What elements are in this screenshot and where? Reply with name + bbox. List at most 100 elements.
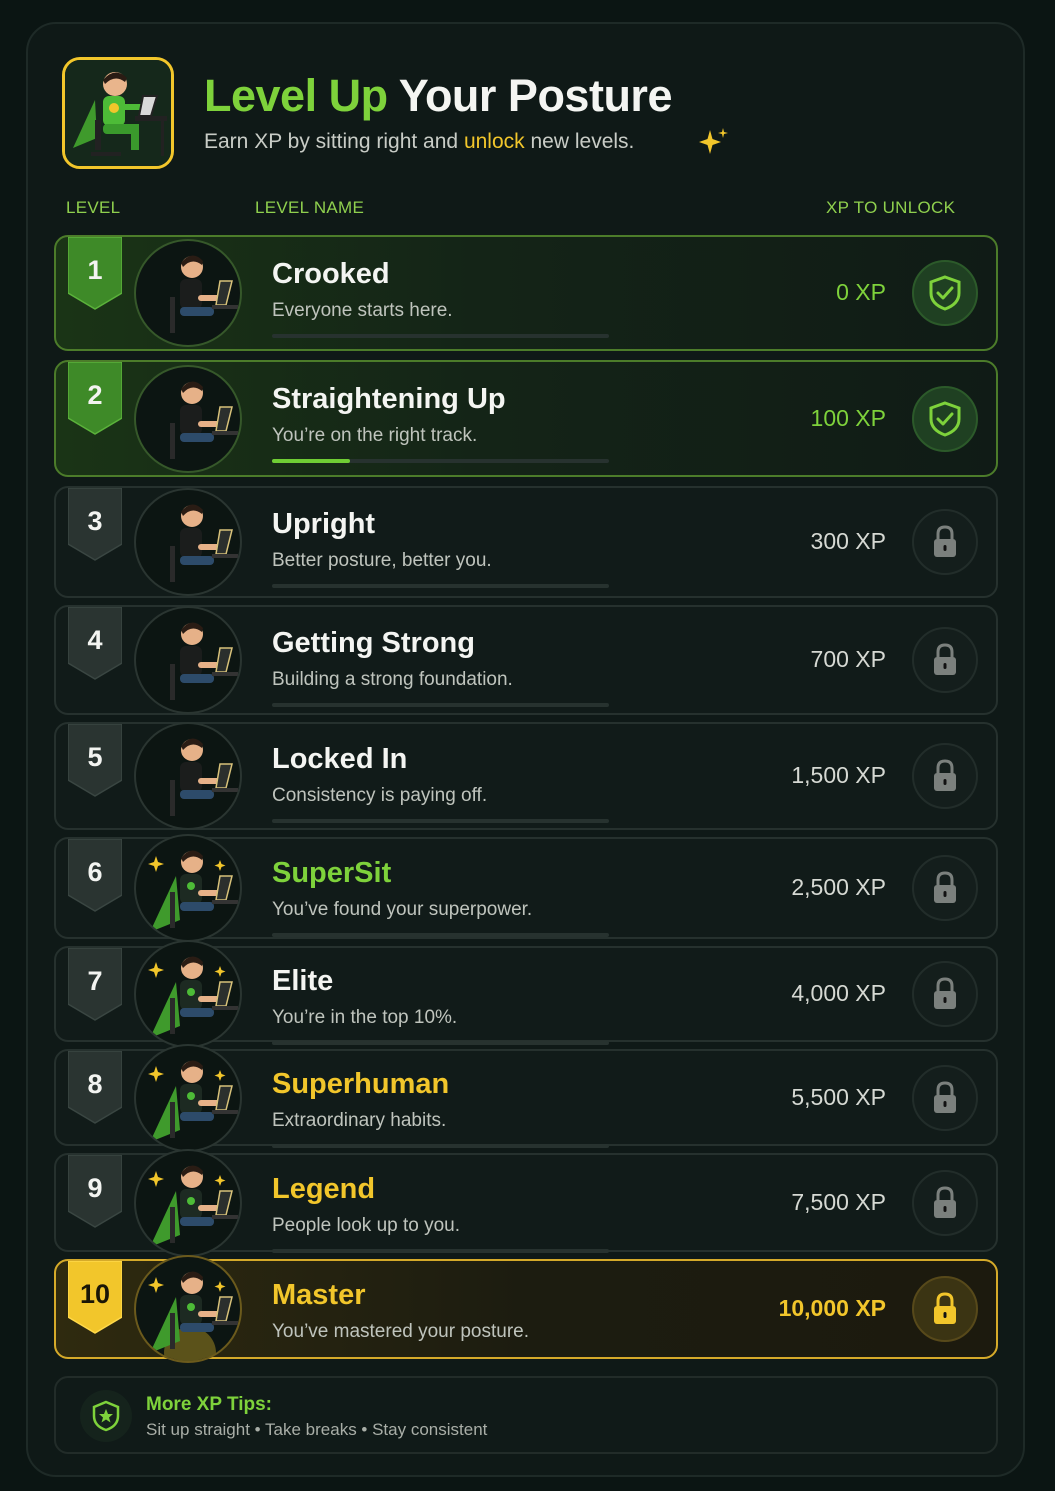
level-progress-bar	[272, 933, 609, 937]
level-portrait-icon	[134, 365, 242, 473]
level-number: 6	[87, 857, 103, 887]
level-description: Better posture, better you.	[272, 550, 492, 571]
level-badge: 7	[67, 947, 123, 1022]
level-description: Everyone starts here.	[272, 300, 453, 321]
level-badge: 2	[67, 361, 123, 436]
level-xp: 1,500 XP	[791, 762, 886, 788]
level-number: 1	[87, 255, 103, 285]
level-description: People look up to you.	[272, 1215, 461, 1236]
level-xp: 4,000 XP	[791, 980, 886, 1006]
level-name: Crooked	[272, 258, 390, 290]
lock-icon	[912, 1065, 978, 1131]
level-row[interactable]: 4 Getting Strong Building a strong founda…	[54, 605, 998, 715]
xp-tips-card: More XP Tips: Sit up straight • Take bre…	[54, 1376, 998, 1454]
lock-icon	[912, 743, 978, 809]
subtitle-after: new levels.	[530, 130, 635, 153]
level-portrait-icon	[134, 722, 242, 830]
level-portrait-icon	[134, 239, 242, 347]
lock-icon	[912, 1276, 978, 1342]
level-row[interactable]: 3 Upright Better posture, better you. 300 …	[54, 486, 998, 598]
lock-icon	[912, 627, 978, 693]
sparkle-icon	[699, 128, 728, 154]
level-number: 7	[87, 966, 103, 996]
level-name: Superhuman	[272, 1068, 450, 1100]
page-title: Level Up Your Posture	[204, 70, 672, 122]
level-name: Upright	[272, 508, 376, 540]
level-name: Locked In	[272, 743, 408, 775]
level-number: 5	[87, 742, 103, 772]
lock-icon	[912, 961, 978, 1027]
subtitle-highlight: unlock	[463, 130, 525, 153]
level-name: Straightening Up	[272, 383, 506, 415]
title-rest: Your Posture	[398, 70, 673, 121]
level-number: 2	[87, 380, 103, 410]
level-badge: 4	[67, 606, 123, 681]
level-row[interactable]: 10 Master You’ve mastered your posture. 10…	[54, 1255, 998, 1363]
level-progress-bar	[272, 703, 609, 707]
level-xp: 10,000 XP	[778, 1295, 886, 1321]
superhero-desk-icon	[65, 60, 171, 166]
level-xp: 7,500 XP	[791, 1189, 886, 1215]
level-name: Master	[272, 1279, 366, 1311]
level-description: Building a strong foundation.	[272, 669, 513, 690]
subtitle-before: Earn XP by sitting right and	[204, 130, 459, 153]
level-row[interactable]: 2 Straightening Up You’re on the right tr…	[54, 360, 998, 477]
level-number: 3	[87, 506, 103, 536]
level-portrait-icon	[134, 1149, 242, 1257]
level-progress-bar	[272, 334, 609, 338]
level-description: Extraordinary habits.	[272, 1110, 447, 1131]
header-avatar	[62, 57, 174, 169]
level-progress-fill	[272, 459, 350, 463]
level-description: You’re in the top 10%.	[272, 1007, 458, 1028]
level-xp: 0 XP	[836, 279, 886, 305]
title-highlight: Level Up	[204, 70, 388, 121]
level-badge: 8	[67, 1050, 123, 1125]
level-description: You’ve found your superpower.	[272, 899, 533, 920]
level-xp: 300 XP	[810, 528, 886, 554]
tips-title: More XP Tips:	[146, 1394, 272, 1415]
level-description: You’ve mastered your posture.	[272, 1321, 530, 1342]
level-badge: 9	[67, 1154, 123, 1229]
lock-icon	[912, 509, 978, 575]
level-portrait-icon	[134, 834, 242, 942]
level-xp: 700 XP	[810, 646, 886, 672]
level-badge: 10	[67, 1260, 123, 1335]
level-row[interactable]: 5 Locked In Consistency is paying off. 1,5…	[54, 722, 998, 830]
level-number: 8	[87, 1069, 103, 1099]
level-progress-bar	[272, 584, 609, 588]
level-number: 10	[79, 1279, 111, 1309]
level-progress-bar	[272, 1144, 609, 1148]
level-xp: 100 XP	[810, 405, 886, 431]
level-badge: 5	[67, 723, 123, 798]
level-portrait-icon	[134, 940, 242, 1048]
level-badge: 3	[67, 487, 123, 562]
level-name: Legend	[272, 1173, 376, 1205]
level-badge: 1	[67, 236, 123, 311]
level-xp: 5,500 XP	[791, 1084, 886, 1110]
level-row[interactable]: 9 Legend People look up to you. 7,500 XP	[54, 1149, 998, 1257]
level-description: Consistency is paying off.	[272, 785, 488, 806]
level-name: Elite	[272, 965, 334, 997]
level-portrait-icon	[134, 488, 242, 596]
shield-check-icon	[912, 260, 978, 326]
level-row[interactable]: 6 SuperSit You’ve found your superpower. 2…	[54, 834, 998, 942]
level-number: 4	[87, 625, 103, 655]
level-name: SuperSit	[272, 857, 392, 889]
column-header-level-name: LEVEL NAME	[255, 198, 365, 217]
column-header-level: LEVEL	[66, 198, 121, 217]
tips-shield-star-icon	[80, 1390, 132, 1442]
tips-text: Sit up straight • Take breaks • Stay con…	[146, 1420, 488, 1439]
level-row[interactable]: 1 Crooked Everyone starts here. 0 XP	[54, 235, 998, 351]
level-row[interactable]: 7 Elite You’re in the top 10%. 4,000 XP	[54, 940, 998, 1048]
level-name: Getting Strong	[272, 627, 475, 659]
lock-icon	[912, 1170, 978, 1236]
level-progress-bar	[272, 459, 609, 463]
level-progress-bar	[272, 1041, 609, 1045]
lock-icon	[912, 855, 978, 921]
level-portrait-icon	[134, 606, 242, 714]
level-badge: 6	[67, 838, 123, 913]
level-portrait-icon	[134, 1255, 242, 1363]
level-portrait-icon	[134, 1044, 242, 1152]
page-subtitle: Earn XP by sitting right and unlock new …	[204, 130, 634, 154]
level-row[interactable]: 8 Superhuman Extraordinary habits. 5,500 X…	[54, 1044, 998, 1152]
